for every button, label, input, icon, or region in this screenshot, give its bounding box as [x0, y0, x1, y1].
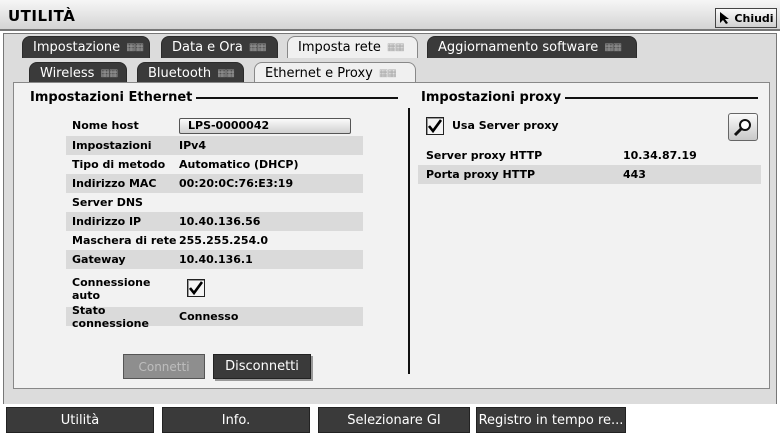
connect-button[interactable]: Connetti	[123, 354, 205, 379]
table-row: Server DNS	[66, 193, 363, 212]
row-value: 10.34.87.19	[623, 149, 697, 162]
tab-label: Bluetooth	[148, 66, 212, 81]
auto-connect-row: Connessione auto	[66, 276, 363, 302]
bottom-utilita-button[interactable]: Utilità	[6, 407, 154, 433]
tab-label: Impostazione	[33, 40, 121, 55]
host-row: Nome host LPS-0000042	[66, 116, 363, 135]
tab-label: Imposta rete	[298, 40, 381, 55]
bottom-select-gi-button[interactable]: Selezionare GI	[318, 407, 470, 433]
auto-connect-checkbox[interactable]	[187, 279, 205, 297]
row-label: Gateway	[72, 253, 126, 266]
tab-label: Data e Ora	[172, 40, 243, 55]
table-row: Impostazioni IPv4	[66, 136, 363, 155]
tab-wireless[interactable]: Wireless ▦▦	[29, 62, 127, 84]
bottom-info-button[interactable]: Info.	[162, 407, 310, 433]
bottom-realtime-log-button[interactable]: Registro in tempo re...	[476, 407, 626, 433]
ethernet-section-title: Impostazioni Ethernet	[30, 90, 197, 105]
tab-aggiornamento-software[interactable]: Aggiornamento software ▦▦	[427, 36, 637, 58]
row-label: Indirizzo IP	[72, 215, 142, 228]
row-value: 255.255.254.0	[179, 234, 269, 247]
row-label: Porta proxy HTTP	[426, 168, 536, 181]
table-row: Tipo di metodo Automatico (DHCP)	[66, 155, 363, 174]
row-label: Impostazioni	[72, 139, 152, 152]
tab-data-e-ora[interactable]: Data e Ora ▦▦	[161, 36, 278, 58]
row-value: IPv4	[179, 139, 206, 152]
use-proxy-label: Usa Server proxy	[452, 119, 559, 132]
tab-bluetooth[interactable]: Bluetooth ▦▦	[137, 62, 244, 84]
status-value: Connesso	[179, 310, 239, 323]
proxy-row: Porta proxy HTTP 443	[418, 165, 761, 184]
grip-icon: ▦▦	[217, 68, 235, 79]
proxy-section-title: Impostazioni proxy	[421, 90, 566, 105]
table-row: Indirizzo MAC 00:20:0C:76:E3:19	[66, 174, 363, 193]
close-button[interactable]: Chiudi	[715, 8, 777, 28]
section-divider	[180, 97, 398, 99]
tab-ethernet-e-proxy[interactable]: Ethernet e Proxy ▦▦	[254, 62, 416, 84]
row-value: 443	[623, 168, 646, 181]
check-icon	[428, 119, 442, 133]
grip-icon: ▦▦	[378, 68, 397, 79]
row-value: Automatico (DHCP)	[179, 158, 299, 171]
hostname-field[interactable]: LPS-0000042	[179, 117, 351, 134]
row-label: Maschera di rete	[72, 234, 177, 247]
section-divider	[552, 97, 758, 99]
title-bar: UTILITÀ Chiudi	[0, 0, 780, 31]
host-label: Nome host	[72, 119, 139, 132]
table-row: Gateway 10.40.136.1	[66, 250, 363, 269]
use-proxy-checkbox[interactable]	[426, 117, 444, 135]
row-label: Server DNS	[72, 196, 143, 209]
row-label: Tipo di metodo	[72, 158, 166, 171]
tab-label: Ethernet e Proxy	[265, 66, 373, 81]
proxy-row: Server proxy HTTP 10.34.87.19	[418, 146, 761, 165]
grip-icon: ▦▦	[100, 68, 118, 79]
app-title: UTILITÀ	[8, 7, 76, 25]
table-row: Indirizzo IP 10.40.136.56	[66, 212, 363, 231]
row-label: Server proxy HTTP	[426, 149, 543, 162]
grip-icon: ▦▦	[248, 42, 267, 53]
table-row: Maschera di rete 255.255.254.0	[66, 231, 363, 250]
magnifier-icon	[733, 119, 751, 137]
row-value: 10.40.136.56	[179, 215, 261, 228]
tab-impostazione[interactable]: Impostazione ▦▦	[22, 36, 150, 58]
search-button[interactable]	[728, 113, 758, 141]
row-value: 10.40.136.1	[179, 253, 253, 266]
auto-connect-label: Connessione auto	[72, 276, 151, 302]
close-label: Chiudi	[734, 11, 774, 25]
check-icon	[189, 281, 203, 295]
grip-icon: ▦▦	[604, 42, 622, 53]
cursor-arrow-icon	[720, 12, 730, 24]
row-value: 00:20:0C:76:E3:19	[179, 177, 294, 190]
status-label: Stato connessione	[72, 303, 149, 330]
bottom-bar: Utilità Info. Selezionare GI Registro in…	[0, 404, 780, 433]
tab-imposta-rete[interactable]: Imposta rete ▦▦	[287, 36, 418, 58]
tab-label: Aggiornamento software	[438, 40, 599, 55]
row-label: Indirizzo MAC	[72, 177, 157, 190]
grip-icon: ▦▦	[126, 42, 144, 53]
status-row: Stato connessione Connesso	[66, 304, 363, 330]
grip-icon: ▦▦	[386, 42, 405, 53]
tab-label: Wireless	[40, 66, 95, 81]
disconnect-button[interactable]: Disconnetti	[213, 354, 311, 379]
section-divider-vertical	[408, 108, 410, 374]
